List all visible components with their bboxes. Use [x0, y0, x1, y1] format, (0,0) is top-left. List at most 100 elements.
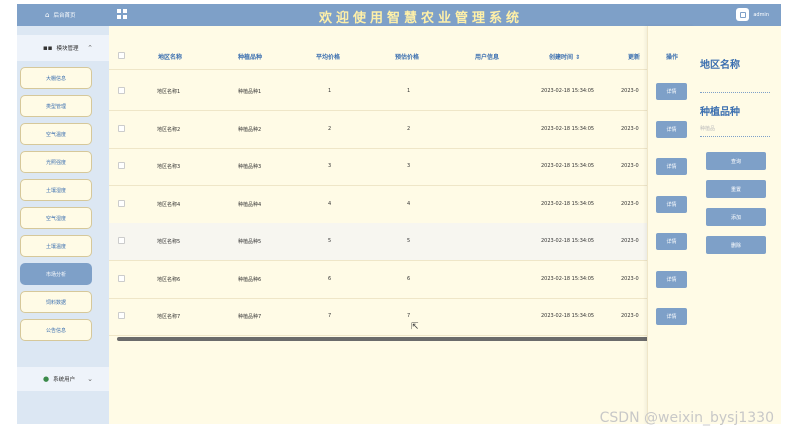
cell-created: 2023-02-18 15:34:05 [541, 238, 595, 244]
add-button[interactable]: 添加 [706, 208, 766, 226]
cell-avg: 6 [328, 275, 332, 282]
cell-region: 地区名称3 [157, 164, 181, 170]
delete-button[interactable]: 删除 [706, 236, 766, 254]
row-checkbox[interactable] [118, 162, 125, 169]
user-menu[interactable]: admin [736, 8, 769, 21]
top-header: 欢迎使用智慧农业管理系统 admin [109, 4, 781, 26]
select-all-checkbox[interactable] [118, 52, 125, 59]
cell-est: 3 [407, 163, 411, 169]
variety-label: 种植品种 [700, 107, 740, 118]
column-header-user-info[interactable]: 用户信息 [475, 52, 499, 61]
cell-region: 地区名称1 [157, 89, 181, 95]
cell-region: 地区名称2 [157, 126, 181, 133]
variety-input[interactable]: 种植品 [700, 125, 770, 137]
detail-button[interactable]: 详情 [656, 158, 687, 175]
cell-avg: 3 [328, 163, 332, 169]
cell-avg: 1 [328, 88, 332, 94]
cell-avg: 5 [328, 238, 332, 244]
column-header-avg-price[interactable]: 平均价格 [316, 52, 340, 61]
sidebar-item[interactable]: 光照强度 [20, 151, 92, 173]
column-header-region[interactable]: 地区名称 [158, 52, 182, 61]
sidebar-item[interactable]: 空气湿度 [20, 207, 92, 229]
row-checkbox[interactable] [118, 87, 125, 94]
region-label: 地区名称 [700, 60, 740, 71]
detail-button[interactable]: 详情 [656, 270, 687, 288]
sidebar-item[interactable]: 大棚信息 [20, 67, 92, 89]
cell-created: 2023-02-18 15:34:05 [541, 163, 595, 169]
horizontal-scrollbar[interactable] [117, 337, 651, 341]
avatar-icon [736, 8, 750, 21]
menu-grid-icon[interactable] [117, 9, 127, 19]
cell-avg: 4 [328, 200, 332, 207]
sidebar-group-users[interactable]: ● 系统用户 ⌄ [17, 367, 109, 391]
table-row[interactable]: 地区名称4 种植品种4 4 4 2023-02-18 15:34:05 2023-0 [109, 186, 647, 224]
table-row[interactable]: 地区名称6 种植品种6 6 6 2023-02-18 15:34:05 2023-0 [109, 261, 647, 299]
detail-button[interactable]: 详情 [656, 233, 687, 250]
page-title: 欢迎使用智慧农业管理系统 [319, 11, 524, 26]
cell-region: 地区名称5 [157, 239, 181, 245]
cell-updated: 2023-0 [621, 275, 639, 282]
search-button[interactable]: 查询 [706, 152, 766, 170]
chevron-up-icon: ⌃ [87, 44, 93, 52]
user-icon: ● [43, 375, 50, 383]
cell-created: 2023-02-18 15:34:05 [541, 88, 595, 94]
cell-est: 4 [407, 200, 411, 207]
username: admin [753, 11, 769, 18]
cell-created: 2023-02-18 15:34:05 [541, 275, 595, 282]
column-header-created[interactable]: 创建时间 ⇕ [549, 52, 580, 61]
table-row[interactable]: 地区名称7 种植品种7 7 7 2023-02-18 15:34:05 2023-0 [109, 298, 647, 336]
cell-variety: 种植品种4 [238, 201, 262, 208]
sidebar-item[interactable]: 市场分析 [20, 263, 92, 285]
sidebar: ⌂ 后台首页 ▪▪ 模块管理 ⌃ 大棚信息类型管理空气温度光照强度土壤湿度空气湿… [17, 4, 109, 424]
sidebar-item[interactable]: 土壤温度 [20, 235, 92, 257]
sidebar-user-group-label: 系统用户 [53, 377, 76, 383]
sidebar-item[interactable]: 空气温度 [20, 123, 92, 145]
cell-updated: 2023-0 [621, 313, 639, 319]
cell-avg: 7 [328, 313, 332, 319]
sidebar-home-link[interactable]: ⌂ 后台首页 [17, 4, 109, 26]
cell-updated: 2023-0 [621, 125, 639, 132]
detail-button[interactable]: 详情 [656, 195, 687, 213]
sidebar-group-modules[interactable]: ▪▪ 模块管理 ⌃ [17, 35, 109, 61]
cell-region: 地区名称4 [157, 201, 181, 208]
column-header-est-price[interactable]: 预估价格 [395, 52, 419, 61]
reset-button[interactable]: 重置 [706, 180, 766, 198]
operations-column: 操作 详情 详情 详情 详情 详情 详情 详情 [647, 26, 695, 424]
cell-variety: 种植品种1 [238, 89, 262, 95]
search-panel: 地区名称 种植品种 种植品 查询 重置 添加 删除 [695, 26, 781, 424]
chevron-down-icon: ⌄ [87, 375, 93, 383]
detail-button[interactable]: 详情 [656, 308, 687, 325]
column-header-variety[interactable]: 种植品种 [238, 52, 262, 61]
cell-variety: 种植品种7 [238, 314, 262, 320]
row-checkbox[interactable] [118, 199, 125, 207]
cell-updated: 2023-0 [621, 238, 639, 244]
row-checkbox[interactable] [118, 124, 125, 132]
sidebar-item[interactable]: 公告信息 [20, 319, 92, 341]
cell-est: 1 [407, 88, 411, 94]
watermark: CSDN @weixin_bysj1330 [599, 410, 774, 426]
table-row[interactable]: 地区名称3 种植品种3 3 3 2023-02-18 15:34:05 2023-0 [109, 148, 647, 186]
sidebar-item[interactable]: 土壤湿度 [20, 179, 92, 201]
column-header-updated[interactable]: 更新 [628, 52, 640, 61]
cell-created: 2023-02-18 15:34:05 [541, 125, 595, 132]
cell-est: 6 [407, 275, 411, 282]
cell-avg: 2 [328, 125, 332, 132]
column-header-operations: 操作 [665, 54, 678, 61]
home-icon: ⌂ [45, 11, 50, 19]
table-row[interactable]: 地区名称5 种植品种5 5 5 2023-02-18 15:34:05 2023-0 [109, 223, 647, 261]
data-table: 地区名称 种植品种 平均价格 预估价格 用户信息 创建时间 ⇕ 更新 地区名称1… [109, 26, 647, 424]
cell-est: 5 [407, 238, 411, 244]
cell-updated: 2023-0 [621, 163, 639, 169]
detail-button[interactable]: 详情 [656, 83, 687, 100]
table-row[interactable]: 地区名称2 种植品种2 2 2 2023-02-18 15:34:05 2023-0 [109, 111, 647, 149]
row-checkbox[interactable] [118, 312, 125, 319]
row-checkbox[interactable] [118, 237, 125, 244]
region-input[interactable] [700, 81, 770, 93]
sidebar-item[interactable]: 类型管理 [20, 95, 92, 117]
row-checkbox[interactable] [118, 274, 125, 282]
sidebar-item[interactable]: 饲料数据 [20, 291, 92, 313]
cell-variety: 种植品种3 [238, 164, 262, 170]
detail-button[interactable]: 详情 [656, 120, 687, 138]
cell-region: 地区名称6 [157, 276, 181, 283]
table-row[interactable]: 地区名称1 种植品种1 1 1 2023-02-18 15:34:05 2023-0 [109, 73, 647, 111]
